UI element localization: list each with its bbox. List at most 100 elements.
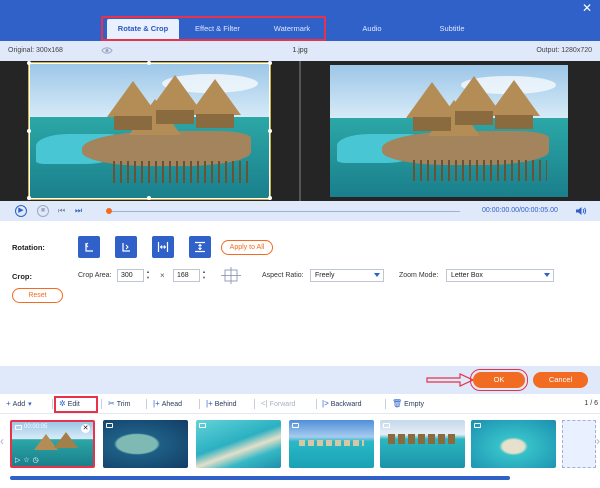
add-button[interactable]: + Add ▾: [6, 397, 32, 411]
add-label: Add: [12, 401, 26, 408]
crop-height-input[interactable]: 168: [173, 269, 200, 282]
thumbnail-villas: [388, 434, 458, 444]
clip-thumbnail[interactable]: [289, 420, 374, 468]
trash-icon: 🗑: [392, 399, 403, 408]
toolbar-separator: [254, 399, 255, 409]
backward-button[interactable]: |> Backward: [322, 397, 361, 411]
toolbar-separator: [199, 399, 200, 409]
tab-audio[interactable]: Audio: [332, 19, 412, 39]
times-sign: ×: [160, 271, 165, 280]
clip-thumbnail[interactable]: [196, 420, 281, 468]
trim-button[interactable]: ✂ Trim: [108, 397, 130, 411]
top-tab-bar: Rotate & Crop Effect & Filter Watermark …: [0, 0, 600, 41]
rotate-left-icon: [85, 242, 93, 252]
rotate-crop-controls: Rotation: Apply to All Crop: Crop Area: …: [0, 221, 600, 366]
chevron-down-icon: [544, 273, 550, 277]
output-preview-image: [330, 65, 568, 197]
crop-handle[interactable]: [268, 196, 272, 200]
crop-width-input[interactable]: 300: [117, 269, 144, 282]
ahead-label: Ahead: [161, 401, 182, 408]
previous-frame-icon[interactable]: ⏮: [58, 206, 65, 216]
behind-button[interactable]: |+ Behind: [206, 397, 237, 411]
cancel-button[interactable]: Cancel: [533, 372, 588, 388]
insert-ahead-icon: |+: [153, 399, 160, 408]
rotation-label: Rotation:: [12, 243, 45, 252]
image-clip-icon: [106, 423, 113, 428]
ok-button[interactable]: OK: [473, 372, 525, 388]
crop-handle[interactable]: [27, 129, 31, 133]
crop-height-stepper[interactable]: ▲ ▼: [201, 269, 207, 282]
flip-vertical-button[interactable]: [189, 236, 211, 258]
trim-label: Trim: [116, 401, 131, 408]
clip-toolbar: + Add ▾ ✲ Edit ✂ Trim |+ Ahead |+ Behind <| For…: [0, 394, 600, 414]
crop-label: Crop:: [12, 272, 32, 281]
toolbar-separator: [316, 399, 317, 409]
playback-bar: ▶ ■ ⏮ ⏭ 00:00:00.00/00:00:05.00: [0, 201, 600, 221]
volume-icon[interactable]: [575, 206, 587, 216]
crop-width-stepper[interactable]: ▲ ▼: [145, 269, 151, 282]
forward-button[interactable]: <| Forward: [261, 397, 295, 411]
image-hut: [488, 80, 540, 116]
thumbnail-villas: [299, 440, 364, 446]
preview-divider: [299, 61, 301, 201]
center-crop-icon[interactable]: [221, 267, 241, 284]
chevron-left-icon[interactable]: ‹: [0, 434, 4, 448]
empty-button[interactable]: 🗑 Empty: [392, 397, 424, 411]
play-button[interactable]: ▶: [15, 205, 27, 217]
zoom-mode-select[interactable]: Letter Box: [446, 269, 554, 282]
rotate-right-button[interactable]: [115, 236, 137, 258]
zoom-mode-value: Letter Box: [451, 272, 483, 279]
chevron-right-icon[interactable]: ›: [596, 434, 600, 448]
rotate-left-button[interactable]: [78, 236, 100, 258]
close-icon[interactable]: ✕: [582, 2, 592, 14]
star-icon[interactable]: ☆: [23, 457, 32, 464]
aspect-ratio-label: Aspect Ratio:: [262, 272, 304, 279]
preview-info-bar: Original: 300x168 1.jpg Output: 1280x720: [0, 41, 600, 61]
clock-icon[interactable]: ◷: [33, 457, 42, 464]
video-preview-area: [0, 61, 600, 201]
rotate-right-icon: [122, 243, 130, 252]
tab-subtitle[interactable]: Subtitle: [412, 19, 492, 39]
crop-handle[interactable]: [268, 129, 272, 133]
close-icon[interactable]: ✕: [81, 424, 90, 433]
apply-to-all-button[interactable]: Apply to All: [221, 240, 273, 255]
output-size-label: Output: 1280x720: [536, 47, 592, 54]
crop-handle[interactable]: [268, 61, 272, 65]
move-forward-icon: <|: [261, 399, 268, 408]
clip-thumbnail-selected[interactable]: 00:00:05 ✕ ▷☆◷: [10, 420, 95, 468]
reset-button[interactable]: Reset: [12, 288, 63, 303]
play-icon: ▶: [18, 207, 24, 214]
toolbar-separator: [385, 399, 386, 409]
crop-handle[interactable]: [27, 61, 31, 65]
thumbnail-duration: 00:00:05: [24, 424, 48, 430]
stop-button[interactable]: ■: [37, 205, 49, 217]
timeline-track[interactable]: [108, 211, 460, 212]
crop-area-label: Crop Area:: [78, 272, 112, 279]
ahead-button[interactable]: |+ Ahead: [153, 397, 182, 411]
next-frame-icon[interactable]: ⏭: [75, 206, 82, 216]
chevron-down-icon: ▾: [28, 401, 32, 408]
image-hut-base: [413, 117, 451, 131]
image-clip-icon: [292, 423, 299, 428]
aspect-ratio-select[interactable]: Freely: [310, 269, 384, 282]
move-backward-icon: |>: [322, 399, 329, 408]
clip-thumbnail[interactable]: [380, 420, 465, 468]
crop-frame[interactable]: [28, 62, 271, 200]
crop-handle[interactable]: [147, 196, 151, 200]
image-stilts: [413, 160, 547, 182]
crop-handle[interactable]: [147, 61, 151, 65]
toolbar-separator: [101, 399, 102, 409]
tabs-highlight-box: [101, 16, 326, 41]
flip-horizontal-button[interactable]: [152, 236, 174, 258]
clip-thumbnail-strip: ‹ 00:00:05 ✕ ▷☆◷ ›: [0, 414, 600, 488]
stop-icon: ■: [40, 207, 46, 214]
clip-thumbnail[interactable]: [103, 420, 188, 468]
add-clip-slot[interactable]: [562, 420, 596, 468]
clip-thumbnail[interactable]: [471, 420, 556, 468]
flip-horizontal-icon: [157, 242, 169, 252]
behind-label: Behind: [214, 401, 237, 408]
crop-handle[interactable]: [27, 196, 31, 200]
insert-behind-icon: |+: [206, 399, 213, 408]
thumbnail-scrollbar[interactable]: [10, 476, 510, 480]
timeline-playhead[interactable]: [106, 208, 112, 214]
